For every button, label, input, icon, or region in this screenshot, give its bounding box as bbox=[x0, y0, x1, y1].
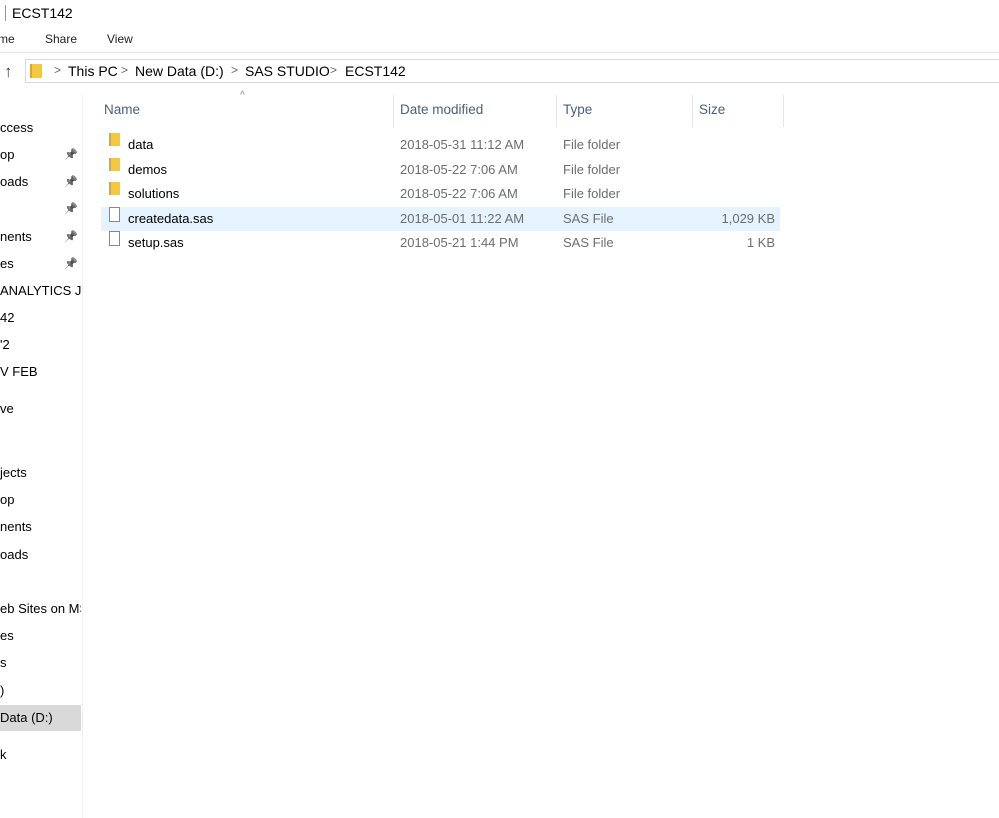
breadcrumb-this-pc[interactable]: This PC bbox=[68, 63, 118, 79]
sidebar-item-label: es bbox=[0, 628, 14, 643]
divider bbox=[0, 52, 999, 53]
sidebar-item-label: ANALYTICS JO bbox=[0, 283, 81, 298]
sidebar-item-label: oads bbox=[0, 547, 29, 562]
sidebar-item[interactable]: op 📌 bbox=[0, 142, 81, 168]
chevron-right-icon[interactable]: > bbox=[54, 63, 61, 77]
sidebar-item[interactable]: ve bbox=[0, 396, 81, 422]
sidebar-item-label: jects bbox=[0, 465, 27, 480]
chevron-right-icon[interactable]: > bbox=[121, 63, 128, 77]
window-title: ECST142 bbox=[12, 5, 73, 21]
file-date: 2018-05-01 11:22 AM bbox=[400, 210, 525, 226]
sidebar-item[interactable]: op bbox=[0, 487, 81, 513]
sidebar-item[interactable]: V FEB bbox=[0, 359, 81, 385]
folder-icon bbox=[109, 182, 120, 195]
breadcrumb-sas-studio[interactable]: SAS STUDIO bbox=[245, 63, 330, 79]
sidebar-item-label: oads bbox=[0, 174, 29, 189]
column-header-name[interactable]: Name bbox=[104, 102, 140, 117]
sidebar-item[interactable]: oads bbox=[0, 542, 81, 568]
sidebar-item-label: nents bbox=[0, 229, 32, 244]
sidebar-item-label: 42 bbox=[0, 310, 15, 325]
file-row[interactable]: demos 2018-05-22 7:06 AM File folder bbox=[101, 157, 780, 182]
sidebar-item[interactable]: oads 📌 bbox=[0, 169, 81, 195]
sidebar-item[interactable]: nents bbox=[0, 514, 81, 540]
sidebar-item[interactable]: s bbox=[0, 650, 81, 676]
sidebar-item[interactable]: '2 bbox=[0, 332, 81, 358]
file-size: 1 KB bbox=[746, 235, 775, 250]
up-arrow-icon[interactable]: ↑ bbox=[4, 62, 13, 82]
sidebar-item-label: es bbox=[0, 256, 14, 271]
sidebar-item-label: nents bbox=[0, 519, 32, 534]
file-row[interactable]: solutions 2018-05-22 7:06 AM File folder bbox=[101, 182, 780, 206]
column-divider[interactable] bbox=[556, 95, 557, 127]
file-type: SAS File bbox=[563, 235, 614, 250]
pin-icon[interactable]: 📌 bbox=[64, 224, 78, 250]
sidebar-item-label: V FEB bbox=[0, 364, 38, 379]
folder-icon bbox=[30, 64, 42, 78]
file-row[interactable]: createdata.sas 2018-05-01 11:22 AM SAS Fil… bbox=[101, 206, 780, 231]
file-name: setup.sas bbox=[128, 235, 184, 250]
sidebar-item[interactable]: Data (D:) bbox=[0, 705, 81, 731]
file-row[interactable]: setup.sas 2018-05-21 1:44 PM SAS File 1 KB bbox=[101, 231, 780, 255]
chevron-right-icon[interactable]: > bbox=[330, 63, 337, 77]
sort-ascending-icon: ^ bbox=[240, 90, 245, 101]
file-date: 2018-05-31 11:12 AM bbox=[400, 137, 525, 152]
chevron-right-icon[interactable]: > bbox=[231, 63, 238, 77]
sidebar-item-label: '2 bbox=[0, 337, 10, 352]
sidebar-item-label: ve bbox=[0, 401, 14, 416]
sidebar-item[interactable]: ANALYTICS JO bbox=[0, 278, 81, 304]
column-divider[interactable] bbox=[692, 95, 693, 127]
file-name: data bbox=[128, 137, 154, 152]
file-type: File folder bbox=[563, 186, 621, 201]
sidebar-item-label: eb Sites on MS bbox=[0, 601, 81, 616]
file-type: SAS File bbox=[563, 210, 614, 226]
sidebar-item[interactable]: 📌 bbox=[0, 196, 81, 222]
file-name: demos bbox=[128, 161, 168, 177]
column-header-size[interactable]: Size bbox=[699, 102, 725, 117]
sidebar-item[interactable]: jects bbox=[0, 460, 81, 486]
column-divider[interactable] bbox=[393, 95, 394, 127]
pin-icon[interactable]: 📌 bbox=[64, 142, 78, 168]
file-row[interactable]: data 2018-05-31 11:12 AM File folder bbox=[101, 133, 780, 157]
sidebar-item[interactable]: ccess bbox=[0, 115, 81, 141]
title-separator bbox=[5, 5, 6, 21]
file-date: 2018-05-22 7:06 AM bbox=[400, 186, 518, 201]
pin-icon[interactable]: 📌 bbox=[64, 251, 78, 277]
navigation-pane[interactable]: ccessop📌oads📌📌nents📌es📌ANALYTICS JO42'2V… bbox=[0, 95, 83, 818]
sidebar-item-label: ) bbox=[0, 683, 5, 698]
sidebar-item-label: s bbox=[0, 655, 7, 670]
sidebar-item[interactable]: es bbox=[0, 623, 81, 649]
file-name: createdata.sas bbox=[128, 210, 214, 226]
file-date: 2018-05-22 7:06 AM bbox=[400, 161, 518, 177]
file-date: 2018-05-21 1:44 PM bbox=[400, 235, 519, 250]
pin-icon[interactable]: 📌 bbox=[64, 169, 78, 195]
sidebar-item-label: op bbox=[0, 492, 15, 507]
file-type: File folder bbox=[563, 137, 621, 152]
file-icon bbox=[109, 231, 120, 246]
sidebar-item[interactable]: k bbox=[0, 742, 81, 768]
sidebar-item-label: k bbox=[0, 747, 7, 762]
file-name: solutions bbox=[128, 186, 180, 201]
sidebar-item-label: ccess bbox=[0, 120, 34, 135]
tab-view[interactable]: View bbox=[107, 32, 133, 46]
tab-share[interactable]: Share bbox=[45, 32, 77, 46]
sidebar-item-label: Data (D:) bbox=[0, 710, 53, 725]
breadcrumb-new-data[interactable]: New Data (D:) bbox=[135, 63, 224, 79]
column-header-type[interactable]: Type bbox=[563, 102, 592, 117]
sidebar-item[interactable]: 42 bbox=[0, 305, 81, 331]
folder-icon bbox=[109, 133, 120, 146]
file-size: 1,029 KB bbox=[721, 210, 776, 226]
column-divider[interactable] bbox=[783, 95, 784, 127]
sidebar-item[interactable]: ) bbox=[0, 678, 81, 704]
pin-icon[interactable]: 📌 bbox=[64, 196, 78, 222]
tab-home[interactable]: me bbox=[0, 32, 15, 46]
file-icon bbox=[109, 206, 120, 222]
folder-icon bbox=[109, 157, 120, 171]
sidebar-item[interactable]: eb Sites on MS bbox=[0, 596, 81, 622]
sidebar-item-label: op bbox=[0, 147, 15, 162]
sidebar-item[interactable]: es 📌 bbox=[0, 251, 81, 277]
breadcrumb-ecst142[interactable]: ECST142 bbox=[345, 63, 406, 79]
sidebar-item[interactable]: nents 📌 bbox=[0, 224, 81, 250]
file-type: File folder bbox=[563, 161, 621, 177]
column-header-date[interactable]: Date modified bbox=[400, 102, 483, 117]
